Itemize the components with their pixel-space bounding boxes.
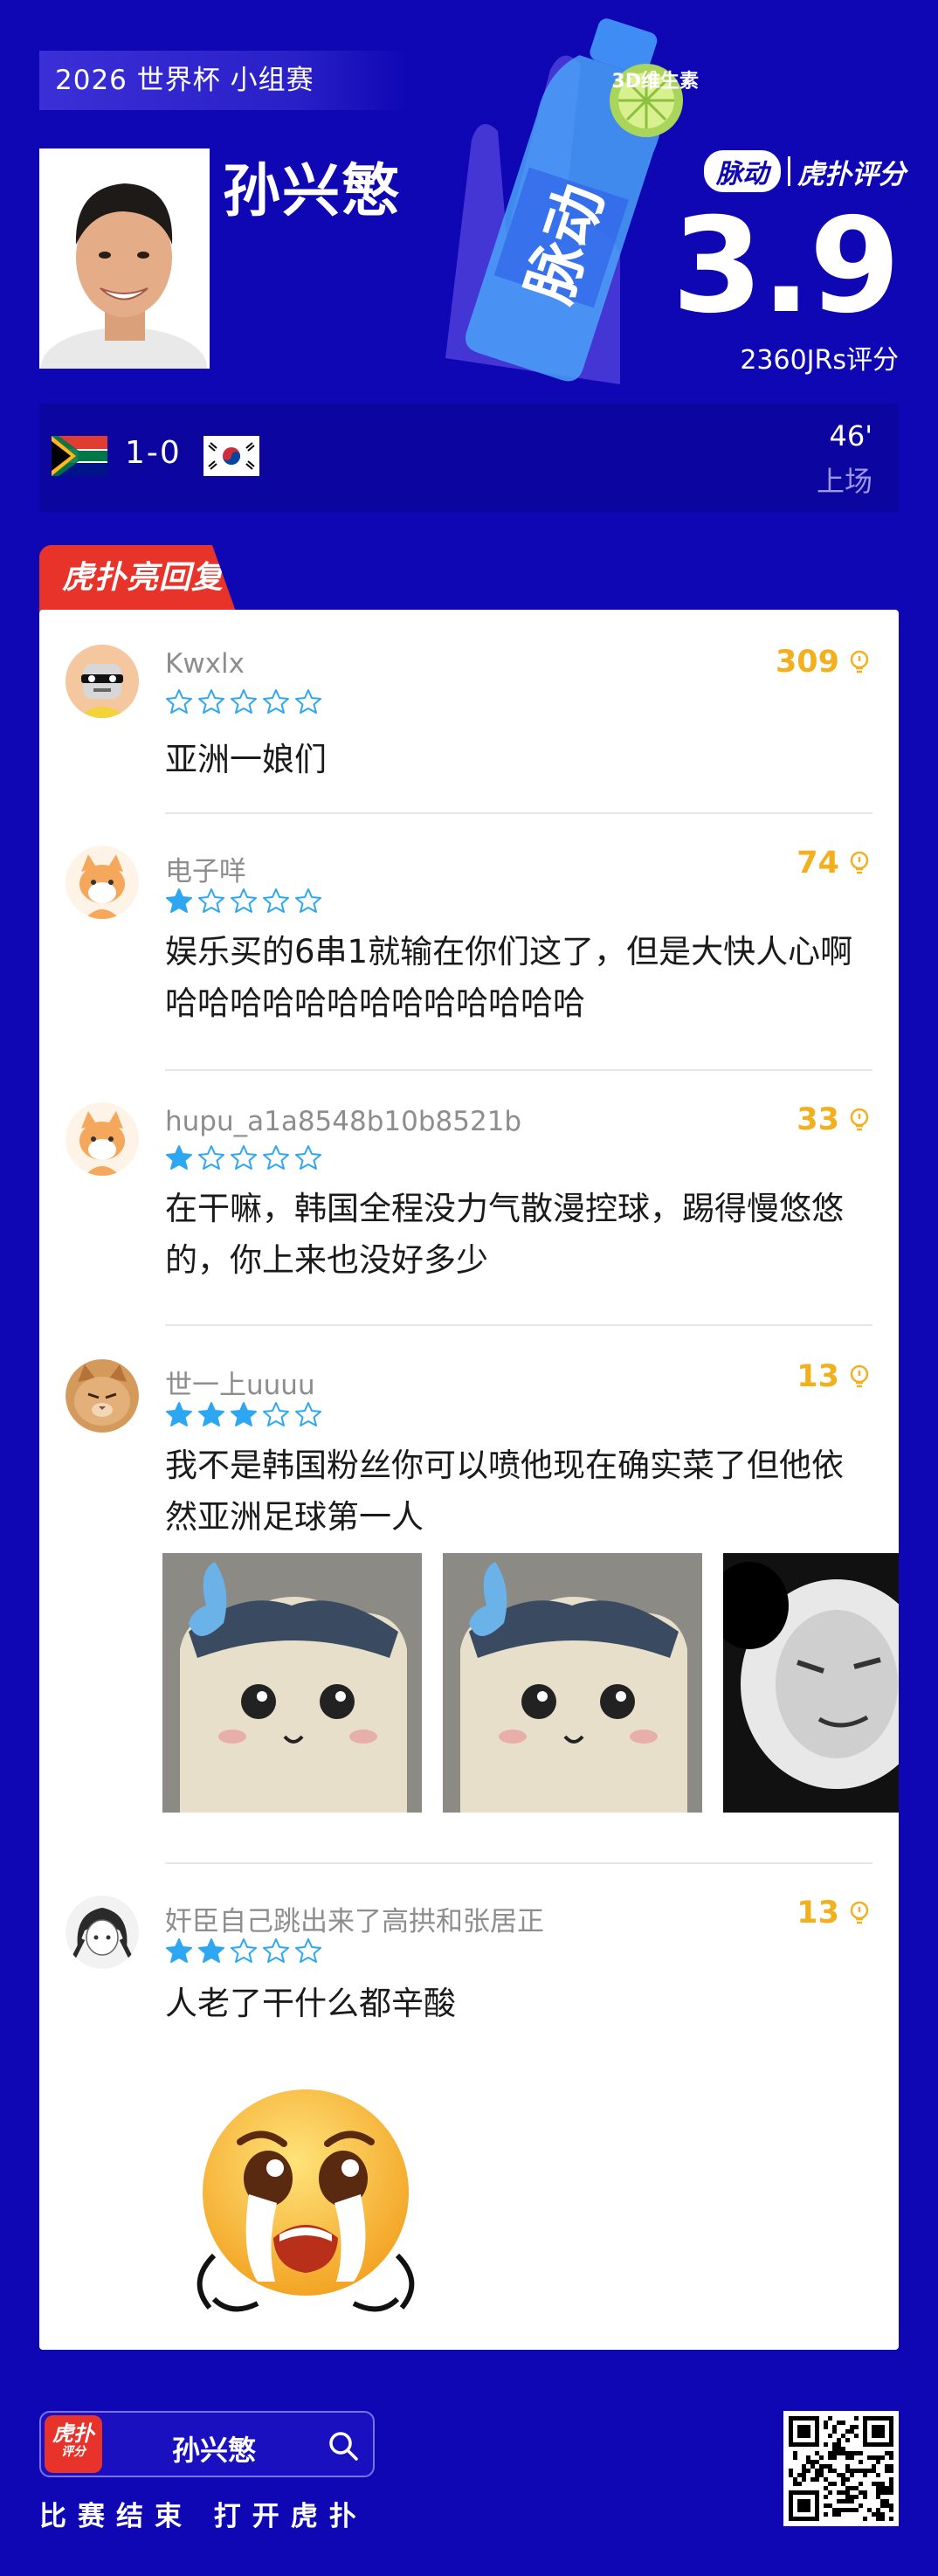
star-empty-icon (231, 1938, 257, 1963)
comment-text: 在干嘛，韩国全程没力气散漫控球，踢得慢悠悠的，你上来也没好多少 (165, 1190, 844, 1279)
like-count[interactable]: 33 (797, 1102, 872, 1137)
star-rating (165, 688, 322, 715)
player-name: 孙兴慜 (223, 157, 401, 224)
hupu-logo-sub: 评分 (61, 2445, 86, 2459)
competition-tag: 2026 世界杯 小组赛 (39, 51, 406, 110)
like-count-value: 33 (797, 1102, 839, 1137)
lightbulb-icon (850, 650, 869, 673)
sticker-image[interactable] (443, 1553, 702, 1813)
star-empty-icon (166, 689, 192, 714)
crying-emoji-sticker[interactable] (179, 2081, 432, 2325)
comment-username[interactable]: Kwxlx (165, 648, 245, 680)
star-filled-icon (166, 1938, 192, 1963)
lightbulb-icon (850, 851, 869, 874)
like-count[interactable]: 13 (797, 1896, 872, 1930)
fox-avatar[interactable] (66, 1102, 139, 1176)
star-rating (165, 1144, 322, 1171)
comment-username[interactable]: 电子咩 (165, 849, 246, 888)
robot-avatar[interactable] (66, 645, 139, 718)
star-empty-icon (231, 1145, 257, 1170)
star-empty-icon (263, 689, 289, 714)
star-empty-icon (295, 1938, 321, 1963)
cat-avatar[interactable] (66, 1359, 139, 1433)
comment-text: 亚洲一娘们 (165, 741, 327, 778)
star-rating (165, 887, 322, 914)
star-empty-icon (231, 888, 257, 913)
star-filled-icon (166, 1145, 192, 1170)
comment-username[interactable]: 奸臣自己跳出来了高拱和张居正 (165, 1899, 544, 1938)
comment-text: 娱乐买的6串1就输在你们这了，但是大快人心啊哈哈哈哈哈哈哈哈哈哈哈哈哈 (165, 933, 853, 1022)
star-empty-icon (198, 1145, 224, 1170)
star-filled-icon (166, 888, 192, 913)
sponsor-logo: 脉动 (704, 150, 781, 192)
star-empty-icon (198, 888, 224, 913)
sticker-image[interactable] (723, 1553, 899, 1813)
highlight-replies-badge: 虎扑亮回复 (39, 545, 236, 611)
south-korea-flag-icon (203, 436, 259, 476)
comment-username[interactable]: hupu_a1a8548b10b8521b (165, 1106, 521, 1137)
like-count-value: 309 (775, 645, 839, 680)
rating-brand: 虎扑评分 (797, 158, 906, 190)
qr-code[interactable] (783, 2411, 899, 2526)
sticker-image[interactable] (162, 1553, 422, 1813)
star-empty-icon (231, 689, 257, 714)
star-filled-icon (198, 1402, 224, 1426)
star-empty-icon (263, 1145, 289, 1170)
bottle-label: 3D维生素 (611, 70, 699, 93)
brand-logo: 脉动 虎扑评分 (704, 150, 906, 192)
hupu-logo-text: 虎扑 (52, 2421, 94, 2446)
star-empty-icon (263, 1938, 289, 1963)
player-status: 上场 (816, 465, 872, 498)
star-empty-icon (263, 888, 289, 913)
like-count-value: 74 (797, 846, 839, 881)
qr-code-pattern (789, 2416, 893, 2521)
match-score: 1-0 (125, 435, 182, 471)
like-count[interactable]: 13 (797, 1359, 872, 1394)
star-filled-icon (198, 1938, 224, 1963)
search-player-name: 孙兴慜 (172, 2434, 257, 2467)
comment-divider (165, 1069, 872, 1071)
hupu-logo: 虎扑 评分 (45, 2415, 102, 2473)
star-empty-icon (295, 689, 321, 714)
comment-divider (165, 1324, 872, 1326)
like-count[interactable]: 309 (776, 645, 872, 680)
footer-tagline: 比赛结束 打开虎扑 (39, 2501, 368, 2532)
anime-avatar[interactable] (66, 1896, 139, 1969)
comment-username[interactable]: 世一上uuuu (165, 1363, 315, 1402)
like-count[interactable]: 74 (797, 846, 872, 881)
lightbulb-icon (850, 1901, 869, 1924)
like-count-value: 13 (797, 1896, 839, 1930)
player-photo (39, 148, 210, 369)
search-icon[interactable] (326, 2428, 361, 2463)
comment-divider (165, 812, 872, 814)
comment-text: 人老了干什么都辛酸 (165, 1985, 456, 2022)
match-info-bar: 1-0 46' 上场 (39, 404, 899, 512)
lightbulb-icon (850, 1108, 869, 1131)
fox-avatar[interactable] (66, 846, 139, 919)
star-filled-icon (166, 1402, 192, 1426)
lightbulb-icon (850, 1364, 869, 1388)
comments-card: Kwxlx 309 亚洲一娘们 电子咩 74 娱乐买的6串1就输在你们这了，但是… (39, 610, 899, 2350)
star-empty-icon (295, 1145, 321, 1170)
rating-count: 2360JRs评分 (740, 345, 899, 376)
star-empty-icon (295, 888, 321, 913)
comment-divider (165, 1862, 872, 1864)
star-empty-icon (295, 1402, 321, 1426)
player-search-pill[interactable]: 虎扑 评分 孙兴慜 (39, 2411, 375, 2477)
star-empty-icon (198, 689, 224, 714)
match-minute: 46' (829, 419, 872, 452)
star-rating (165, 1937, 322, 1964)
player-score: 3.9 (672, 190, 900, 342)
star-rating (165, 1401, 322, 1427)
brand-divider (788, 156, 790, 186)
star-filled-icon (231, 1402, 257, 1426)
like-count-value: 13 (797, 1359, 839, 1394)
comment-text: 我不是韩国粉丝你可以喷他现在确实菜了但他依然亚洲足球第一人 (165, 1447, 844, 1536)
south-africa-flag-icon (52, 436, 107, 476)
star-empty-icon (263, 1402, 289, 1426)
